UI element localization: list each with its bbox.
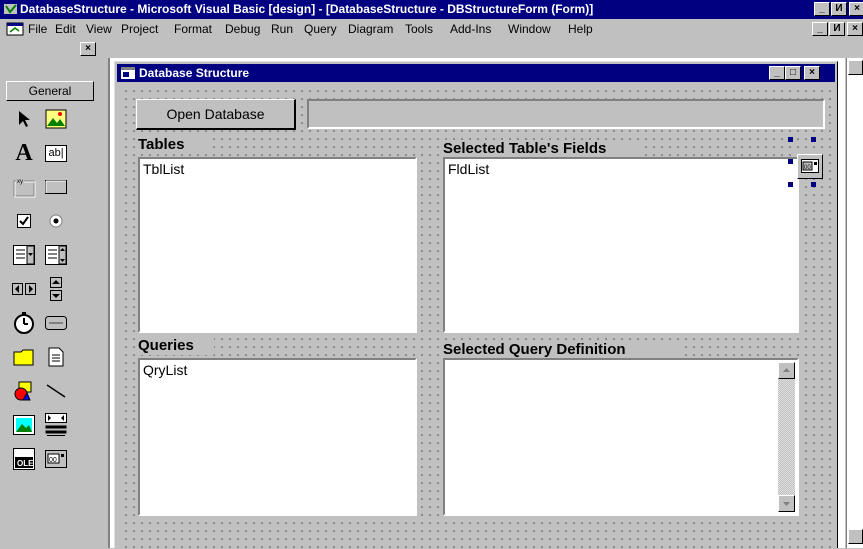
designer-scrollbar[interactable] bbox=[846, 58, 863, 548]
queries-listbox[interactable]: QryList bbox=[138, 358, 417, 516]
restore-button[interactable]: И bbox=[831, 2, 847, 16]
filelistbox-icon[interactable] bbox=[42, 343, 70, 371]
vscrollbar-icon[interactable] bbox=[42, 275, 70, 303]
app-title-bar[interactable]: DatabaseStructure - Microsoft Visual Bas… bbox=[0, 0, 863, 19]
menu-bar: File Edit View Project Format Debug Run … bbox=[0, 19, 863, 39]
form-client-area[interactable]: Open Database Tables TblList Selected Ta… bbox=[119, 84, 833, 549]
fields-label: Selected Table's Fields bbox=[441, 140, 639, 158]
menu-project[interactable]: Project bbox=[121, 19, 158, 39]
form-window[interactable]: Database Structure _ □ × Open Database T… bbox=[114, 61, 838, 549]
menu-tools[interactable]: Tools bbox=[405, 19, 433, 39]
form-title: Database Structure bbox=[139, 66, 250, 80]
checkbox-icon[interactable] bbox=[10, 207, 38, 235]
textbox-icon[interactable]: ab| bbox=[42, 139, 70, 167]
svg-text:OLE: OLE bbox=[17, 459, 34, 468]
form-document-icon[interactable] bbox=[6, 22, 24, 36]
frame-icon[interactable]: xy bbox=[10, 173, 38, 201]
menu-format[interactable]: Format bbox=[174, 19, 212, 39]
shape-icon[interactable] bbox=[10, 377, 38, 405]
queries-label: Queries bbox=[136, 337, 214, 355]
menu-edit[interactable]: Edit bbox=[55, 19, 76, 39]
textbox-tool-glyph: ab| bbox=[45, 144, 67, 162]
menu-query[interactable]: Query bbox=[304, 19, 337, 39]
data-control-icon[interactable] bbox=[42, 411, 70, 439]
label-tool-glyph: A bbox=[15, 139, 33, 166]
mdi-minimize-button[interactable]: _ bbox=[812, 22, 828, 36]
menu-window[interactable]: Window bbox=[508, 19, 551, 39]
toolbox: × General A ab| xy OLE 00 bbox=[4, 41, 98, 538]
picturebox-icon[interactable] bbox=[42, 105, 70, 133]
tables-label: Tables bbox=[136, 136, 212, 154]
mdi-restore-button[interactable]: И bbox=[829, 22, 845, 36]
image-icon[interactable] bbox=[10, 411, 38, 439]
scroll-up-arrow-icon[interactable] bbox=[848, 60, 863, 75]
scroll-up-arrow-icon[interactable] bbox=[778, 362, 795, 379]
tables-listbox[interactable]: TblList bbox=[138, 157, 417, 333]
vb-app-icon bbox=[4, 4, 17, 14]
scroll-down-arrow-icon[interactable] bbox=[848, 529, 863, 544]
selected-data-control[interactable]: 00 bbox=[797, 154, 823, 179]
toolbox-general-tab[interactable]: General bbox=[6, 81, 94, 101]
menu-diagram[interactable]: Diagram bbox=[348, 19, 393, 39]
minimize-button[interactable]: _ bbox=[814, 2, 830, 16]
combobox-icon[interactable] bbox=[10, 241, 38, 269]
selection-handle-ml[interactable] bbox=[788, 159, 793, 164]
query-definition-textbox[interactable] bbox=[443, 358, 799, 516]
line-icon[interactable] bbox=[42, 377, 70, 405]
drivelistbox-icon[interactable] bbox=[42, 309, 70, 337]
form-close-button[interactable]: × bbox=[804, 66, 820, 80]
svg-text:00: 00 bbox=[804, 165, 811, 171]
svg-text:00: 00 bbox=[49, 457, 57, 464]
tables-list-item[interactable]: TblList bbox=[143, 161, 184, 177]
mdi-close-button[interactable]: × bbox=[847, 22, 863, 36]
menu-view[interactable]: View bbox=[86, 19, 112, 39]
query-definition-label: Selected Query Definition bbox=[441, 341, 683, 359]
commandbutton-icon[interactable] bbox=[42, 173, 70, 201]
queries-list-item[interactable]: QryList bbox=[143, 362, 187, 378]
data-extra-icon[interactable]: 00 bbox=[42, 445, 70, 473]
menu-add-ins[interactable]: Add-Ins bbox=[450, 19, 491, 39]
fields-list-item[interactable]: FldList bbox=[448, 161, 489, 177]
database-path-field[interactable] bbox=[307, 99, 825, 129]
fields-listbox[interactable]: FldList bbox=[443, 157, 799, 333]
toolbox-close-button[interactable]: × bbox=[80, 42, 96, 56]
optionbutton-icon[interactable] bbox=[42, 207, 70, 235]
form-title-bar[interactable]: Database Structure _ □ × bbox=[117, 64, 835, 82]
data-control-icon: 00 bbox=[801, 159, 819, 173]
label-icon[interactable]: A bbox=[10, 139, 38, 167]
dirlistbox-icon[interactable] bbox=[10, 343, 38, 371]
listbox-icon[interactable] bbox=[42, 241, 70, 269]
selection-handle-bl[interactable] bbox=[788, 182, 793, 187]
ole-icon[interactable]: OLE bbox=[10, 445, 38, 473]
selection-handle-br[interactable] bbox=[811, 182, 816, 187]
selection-handle-tr[interactable] bbox=[811, 137, 816, 142]
svg-text:xy: xy bbox=[17, 179, 23, 185]
selection-handle-tl[interactable] bbox=[788, 137, 793, 142]
menu-file[interactable]: File bbox=[28, 19, 47, 39]
menu-debug[interactable]: Debug bbox=[225, 19, 260, 39]
form-maximize-button[interactable]: □ bbox=[785, 66, 801, 80]
window-title: DatabaseStructure - Microsoft Visual Bas… bbox=[20, 2, 594, 16]
menu-help[interactable]: Help bbox=[568, 19, 593, 39]
hscrollbar-icon[interactable] bbox=[10, 275, 38, 303]
close-button[interactable]: × bbox=[849, 2, 863, 16]
pointer-icon[interactable] bbox=[10, 105, 38, 133]
form-icon bbox=[121, 67, 135, 79]
menu-run[interactable]: Run bbox=[271, 19, 293, 39]
open-database-button[interactable]: Open Database bbox=[136, 99, 296, 130]
query-definition-scrollbar[interactable] bbox=[778, 362, 795, 512]
form-minimize-button[interactable]: _ bbox=[769, 66, 785, 80]
timer-icon[interactable] bbox=[10, 309, 38, 337]
scroll-down-arrow-icon[interactable] bbox=[778, 495, 795, 512]
